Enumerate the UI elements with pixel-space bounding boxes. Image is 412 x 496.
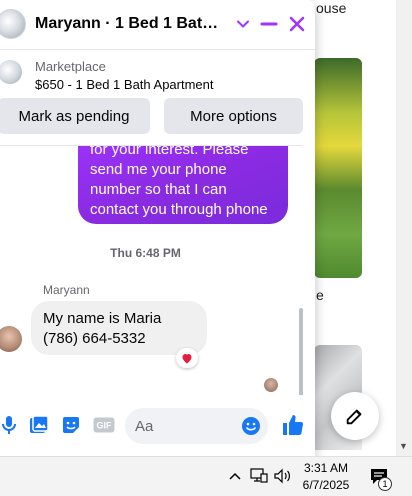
thumbs-up-icon xyxy=(283,415,304,436)
network-button[interactable] xyxy=(250,467,268,485)
thread-scrollbar-thumb[interactable] xyxy=(299,308,303,395)
page-scrollbar[interactable] xyxy=(396,0,412,456)
heart-icon xyxy=(182,353,192,363)
chevron-down-button[interactable] xyxy=(231,12,255,36)
clock-time: 3:31 AM xyxy=(303,461,349,475)
listing-photo-yard[interactable] xyxy=(314,58,362,278)
photo-icon xyxy=(30,415,49,433)
compose-icon xyxy=(346,409,362,425)
message-line: send me your phone xyxy=(90,161,227,178)
microphone-icon xyxy=(2,416,16,434)
avatar[interactable] xyxy=(0,9,26,39)
chat-title[interactable]: Maryann · 1 Bed 1 Bath Ap... xyxy=(35,15,227,33)
message-composer: GIF xyxy=(0,400,315,450)
message-line: contact you through phone xyxy=(90,201,268,218)
feed-partial-text: ouse xyxy=(316,0,347,16)
message-timestamp: Thu 6:48 PM xyxy=(110,246,181,260)
message-line: (786) 664-5332 xyxy=(43,330,146,347)
scroll-down-arrow-icon[interactable]: ▼ xyxy=(399,441,408,451)
sticker-icon xyxy=(63,417,79,433)
gif-button[interactable]: GIF xyxy=(92,414,116,436)
chat-window: Maryann · 1 Bed 1 Bath Ap... Marketplace xyxy=(0,0,315,456)
emoji-button[interactable] xyxy=(241,416,261,436)
mark-as-pending-button[interactable]: Mark as pending xyxy=(0,98,150,134)
incoming-message-bubble[interactable]: My name is Maria (786) 664-5332 xyxy=(31,301,207,355)
volume-button[interactable] xyxy=(274,467,292,485)
speaker-icon xyxy=(274,468,290,484)
new-message-button[interactable] xyxy=(331,392,379,440)
chat-header[interactable]: Maryann · 1 Bed 1 Bath Ap... xyxy=(0,0,315,50)
sticker-button[interactable] xyxy=(60,414,82,436)
message-line: for your interest. Please xyxy=(90,145,249,158)
svg-text:GIF: GIF xyxy=(97,421,113,431)
minimize-button[interactable] xyxy=(257,12,281,36)
listing-thumbnail xyxy=(0,60,22,84)
message-line: number so that I can xyxy=(90,181,227,198)
voice-clip-button[interactable] xyxy=(0,414,20,436)
gif-icon: GIF xyxy=(93,417,115,433)
show-hidden-icons-button[interactable] xyxy=(226,467,244,485)
screen: ouse e ▼ Maryann · 1 Bed 1 Bath Ap... xyxy=(0,0,412,496)
network-icon xyxy=(250,468,268,483)
emoji-icon xyxy=(242,417,260,435)
close-button[interactable] xyxy=(285,12,309,36)
listing-source: Marketplace xyxy=(35,59,106,74)
attach-photo-button[interactable] xyxy=(28,414,50,436)
outgoing-message-bubble[interactable]: for your interest. Please send me your p… xyxy=(78,145,288,224)
chevron-up-icon xyxy=(229,472,241,480)
minimize-icon xyxy=(260,22,278,26)
seen-indicator-avatar xyxy=(264,378,278,392)
message-thread[interactable]: for your interest. Please send me your p… xyxy=(0,145,303,395)
clock-date: 6/7/2025 xyxy=(302,478,350,492)
chevron-down-icon xyxy=(237,20,249,28)
send-like-button[interactable] xyxy=(281,413,305,437)
heart-reaction[interactable] xyxy=(176,348,198,368)
system-clock[interactable]: 3:31 AM 6/7/2025 xyxy=(300,460,352,494)
avatar[interactable] xyxy=(0,326,22,352)
more-options-button[interactable]: More options xyxy=(164,98,303,134)
listing-banner[interactable]: Marketplace $650 - 1 Bed 1 Bath Apartmen… xyxy=(0,52,315,98)
notification-count-badge: 1 xyxy=(378,477,392,491)
listing-title[interactable]: $650 - 1 Bed 1 Bath Apartment xyxy=(35,77,214,92)
message-line: My name is Maria xyxy=(43,310,162,327)
close-icon xyxy=(289,16,305,32)
taskbar: 3:31 AM 6/7/2025 1 xyxy=(0,456,412,496)
sender-name: Maryann xyxy=(43,283,90,297)
feed-partial-text: e xyxy=(316,287,324,303)
